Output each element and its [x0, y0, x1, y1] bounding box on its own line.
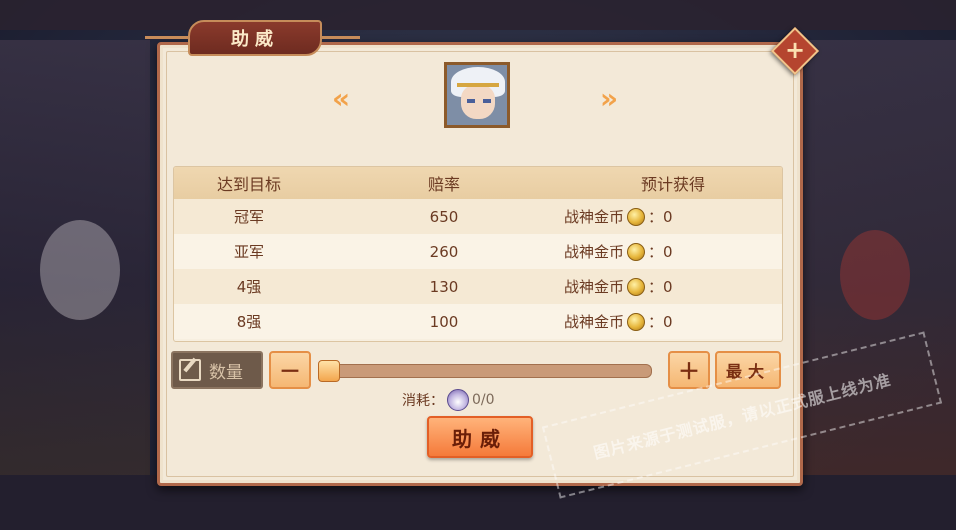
cost-display: 消耗： 0/0: [402, 389, 495, 411]
table-row: 8强 100 战神金币 ：0: [174, 304, 782, 339]
table-row: 亚军 260 战神金币 ：0: [174, 234, 782, 269]
cost-label: 消耗：: [402, 393, 444, 409]
row-odds: 650: [429, 207, 459, 226]
row-odds: 100: [429, 312, 459, 331]
reward-value: ：0: [648, 243, 673, 261]
row-odds: 130: [429, 277, 459, 296]
reward-label: 战神金币: [564, 278, 625, 296]
background-character-left: [40, 220, 120, 320]
row-target: 4强: [236, 278, 262, 296]
decrease-button[interactable]: －: [269, 351, 311, 389]
portrait-eye-right: [483, 99, 491, 103]
reward-value: ：0: [648, 278, 673, 296]
quantity-slider-track[interactable]: [318, 364, 652, 378]
row-reward: 战神金币 ：0: [564, 311, 782, 332]
row-reward: 战神金币 ：0: [564, 241, 782, 262]
row-target: 冠军: [233, 208, 264, 226]
background-top-bar: [0, 0, 956, 30]
hero-portrait: [444, 62, 510, 128]
portrait-eye-left: [467, 99, 475, 103]
gold-coin-icon: [627, 207, 646, 226]
header-expected-reward: 预计获得: [640, 175, 705, 194]
reward-value: ：0: [648, 208, 673, 226]
reward-label: 战神金币: [564, 243, 625, 261]
row-odds: 260: [429, 242, 459, 261]
cheer-item-icon: [447, 389, 469, 411]
table-row: 冠军 650 战神金币 ：0: [174, 199, 782, 234]
table-body: 冠军 650 战神金币 ：0 亚军 260 战神金币 ：0 4强 130 战神金…: [174, 199, 782, 339]
gold-coin-icon: [627, 277, 646, 296]
header-target: 达到目标: [216, 175, 281, 194]
gold-coin-icon: [627, 312, 646, 331]
portrait-headband: [457, 83, 499, 87]
quantity-slider-handle[interactable]: [318, 360, 340, 382]
row-target: 8强: [236, 313, 262, 331]
row-reward: 战神金币 ：0: [564, 206, 782, 227]
reward-label: 战神金币: [564, 208, 625, 226]
quantity-label: 数量: [209, 362, 243, 383]
cost-value: 0/0: [472, 392, 495, 408]
odds-table: 达到目标 赔率 预计获得 冠军 650 战神金币 ：0 亚军 260 战神金币 …: [173, 166, 783, 342]
quantity-input[interactable]: 数量: [171, 351, 263, 389]
background-character-right: [840, 230, 910, 320]
table-row: 4强 130 战神金币 ：0: [174, 269, 782, 304]
row-reward: 战神金币 ：0: [564, 276, 782, 297]
edit-icon: [179, 359, 201, 381]
row-target: 亚军: [233, 243, 264, 261]
table-header: 达到目标 赔率 预计获得: [174, 167, 782, 199]
header-odds: 赔率: [427, 175, 460, 194]
increase-button[interactable]: ＋: [668, 351, 710, 389]
reward-label: 战神金币: [564, 313, 625, 331]
next-hero-arrow-icon[interactable]: »: [600, 82, 618, 115]
dialog-title: 助威: [188, 20, 322, 56]
close-icon[interactable]: +: [778, 34, 812, 68]
gold-coin-icon: [627, 242, 646, 261]
prev-hero-arrow-icon[interactable]: «: [332, 82, 350, 115]
reward-value: ：0: [648, 313, 673, 331]
cheer-button[interactable]: 助威: [427, 416, 533, 458]
